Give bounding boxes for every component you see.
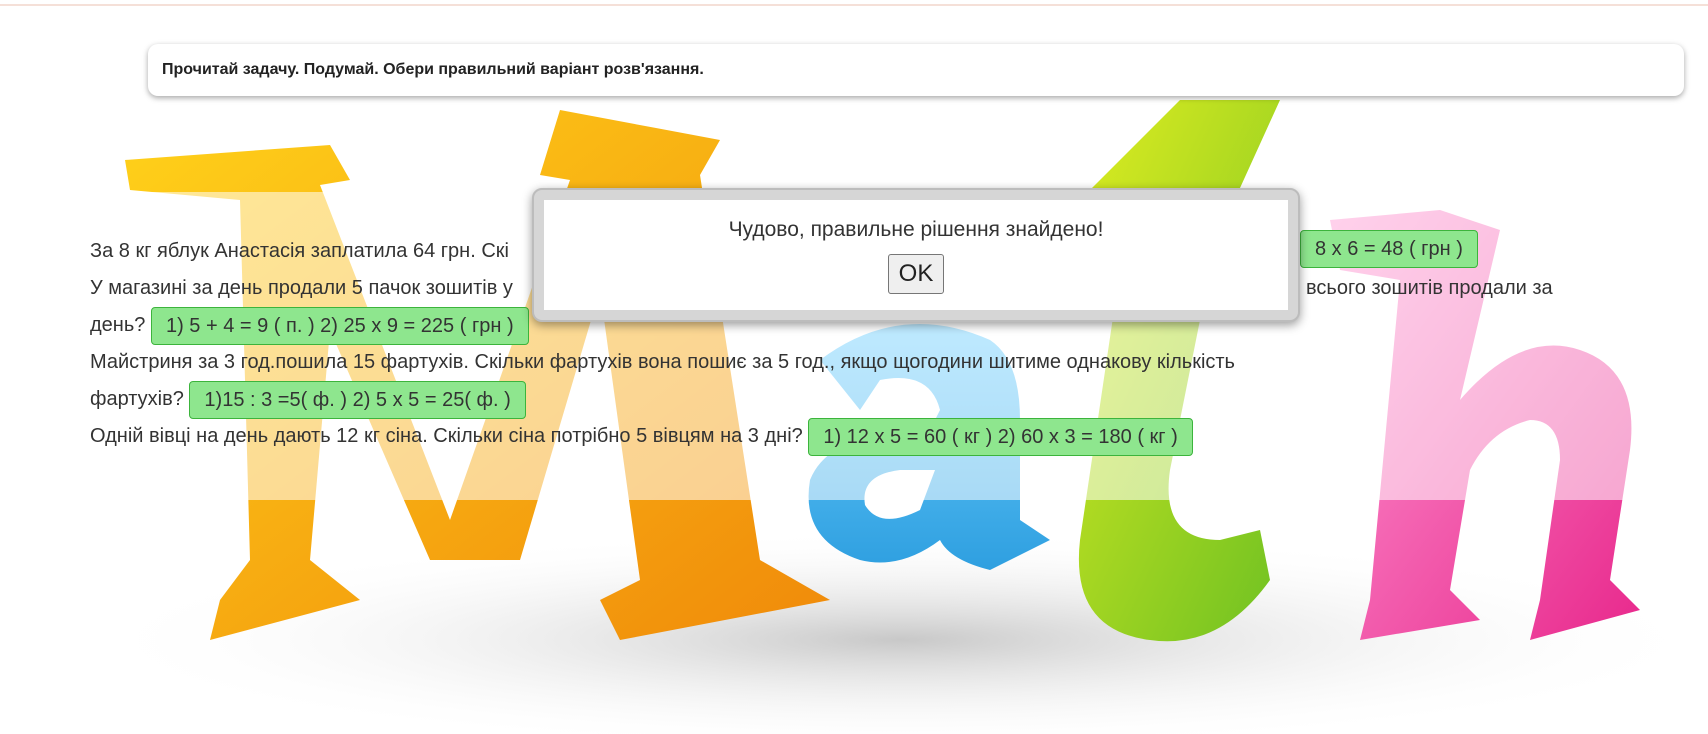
task-3-answer-button[interactable]: 1)15 : 3 =5( ф. ) 2) 5 x 5 = 25( ф. ) [189,380,526,419]
success-dialog: Чудово, правильне рішення знайдено! OK [532,188,1300,322]
task-3-line-2: фартухів? 1)15 : 3 =5( ф. ) 2) 5 x 5 = 2… [90,380,1590,419]
task-3-question: Майстриня за 3 год.пошила 15 фартухів. С… [90,351,1235,373]
ok-button[interactable]: OK [888,254,944,294]
task-3-line-1: Майстриня за 3 год.пошила 15 фартухів. С… [90,343,1590,380]
task-4-question: Одній вівці на день дають 12 кг сіна. Ск… [90,425,803,447]
dialog-body: Чудово, правильне рішення знайдено! OK [544,200,1288,310]
task-4-answer-button[interactable]: 1) 12 x 5 = 60 ( кг ) 2) 60 x 3 = 180 ( … [808,417,1193,456]
task-2-answer-button[interactable]: 1) 5 + 4 = 9 ( п. ) 2) 25 x 9 = 225 ( гр… [150,306,529,345]
dialog-message: Чудово, правильне рішення знайдено! [728,218,1104,241]
task-4: Одній вівці на день дають 12 кг сіна. Ск… [90,417,1590,456]
task-2-question-tail: день? [90,314,146,336]
instruction-card: Прочитай задачу. Подумай. Обери правильн… [148,44,1684,96]
task-2-question-end: всього зошитів продали за [1306,277,1553,299]
task-1-question: За 8 кг яблук Анастасія заплатила 64 грн… [90,240,509,262]
instruction-text: Прочитай задачу. Подумай. Обери правильн… [162,61,704,78]
task-3-question-tail: фартухів? [90,388,184,410]
task-1-answer-button[interactable]: 8 x 6 = 48 ( грн ) [1300,230,1478,268]
task-2-question-start: У магазині за день продали 5 пачок зошит… [90,277,513,299]
